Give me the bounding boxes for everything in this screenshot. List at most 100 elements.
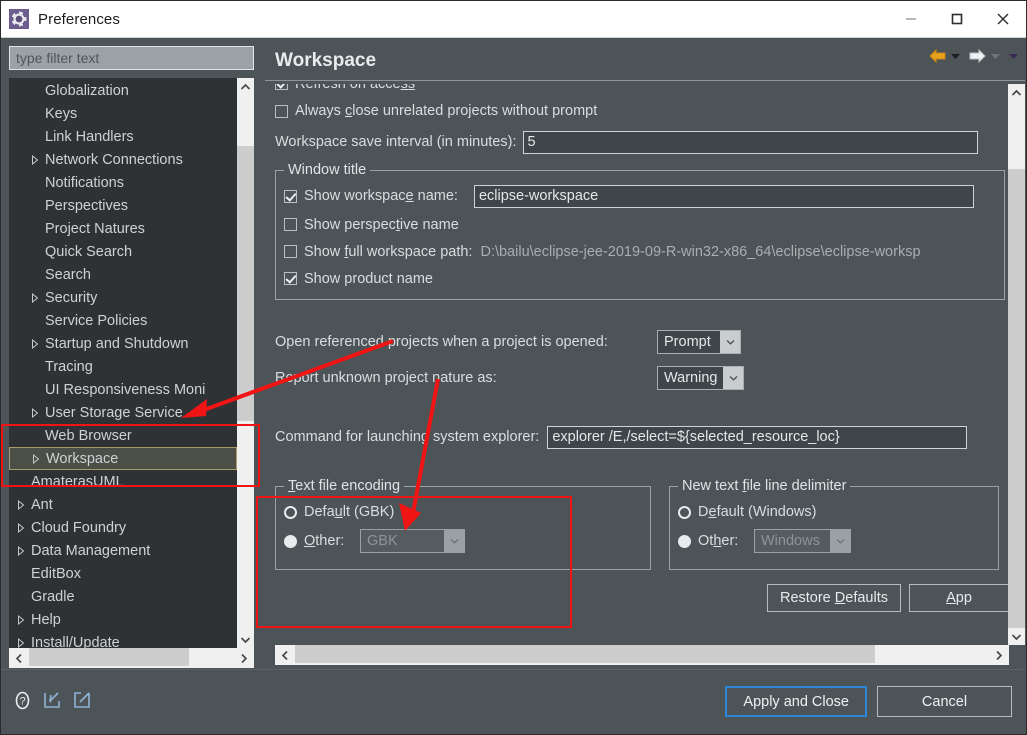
tree-item-data-management[interactable]: Data Management bbox=[9, 539, 237, 562]
scroll-left-icon[interactable] bbox=[275, 645, 295, 665]
always-close-unrelated-checkbox[interactable] bbox=[275, 104, 288, 118]
tree-item-perspectives[interactable]: Perspectives bbox=[9, 194, 237, 217]
expand-triangle-icon[interactable] bbox=[28, 453, 44, 464]
chevron-down-icon[interactable] bbox=[723, 367, 744, 389]
show-full-workspace-path-row[interactable]: Show full workspace path: D:\bailu\eclip… bbox=[284, 238, 996, 265]
apply-and-close-button[interactable]: Apply and Close bbox=[725, 686, 867, 717]
chevron-down-icon[interactable] bbox=[830, 530, 850, 552]
tree-item-tracing[interactable]: Tracing bbox=[9, 355, 237, 378]
search-input[interactable] bbox=[9, 46, 254, 70]
page-vertical-scrollbar[interactable] bbox=[1008, 84, 1025, 645]
import-icon[interactable] bbox=[42, 690, 62, 715]
expand-triangle-icon[interactable] bbox=[13, 522, 29, 533]
delimiter-other-select[interactable]: Windows bbox=[754, 529, 851, 553]
tree-item-help[interactable]: Help bbox=[9, 608, 237, 631]
tree-item-startup-and-shutdown[interactable]: Startup and Shutdown bbox=[9, 332, 237, 355]
scroll-up-icon[interactable] bbox=[1008, 84, 1025, 101]
tree-item-web-browser[interactable]: Web Browser bbox=[9, 424, 237, 447]
scroll-down-icon[interactable] bbox=[1008, 628, 1025, 645]
hsb-track[interactable] bbox=[29, 648, 234, 668]
show-workspace-name-checkbox[interactable] bbox=[284, 189, 297, 203]
chevron-down-icon[interactable] bbox=[444, 530, 464, 552]
preferences-tree[interactable]: Globalization Keys Link Handlers Network Co… bbox=[9, 78, 254, 648]
maximize-icon[interactable] bbox=[934, 1, 980, 37]
expand-triangle-icon[interactable] bbox=[27, 338, 43, 349]
back-menu-chevron-down-icon[interactable] bbox=[950, 52, 961, 60]
show-product-name-checkbox[interactable] bbox=[284, 272, 297, 285]
tree-item-quick-search[interactable]: Quick Search bbox=[9, 240, 237, 263]
export-icon[interactable] bbox=[72, 690, 92, 715]
tree-item-cloud-foundry[interactable]: Cloud Foundry bbox=[9, 516, 237, 539]
tree-item-user-storage-service[interactable]: User Storage Service bbox=[9, 401, 237, 424]
expand-triangle-icon[interactable] bbox=[13, 614, 29, 625]
tree-item-globalization[interactable]: Globalization bbox=[9, 79, 237, 102]
tree-item-gradle[interactable]: Gradle bbox=[9, 585, 237, 608]
tree-item-link-handlers[interactable]: Link Handlers bbox=[9, 125, 237, 148]
forward-menu-chevron-down-icon[interactable] bbox=[990, 52, 1001, 60]
scroll-left-icon[interactable] bbox=[9, 648, 29, 668]
system-explorer-input[interactable] bbox=[547, 425, 968, 449]
tree-item-search[interactable]: Search bbox=[9, 263, 237, 286]
encoding-other-radio[interactable] bbox=[284, 534, 297, 548]
encoding-default-row[interactable]: Default (GBK) bbox=[284, 497, 642, 527]
tree-vertical-scrollbar[interactable] bbox=[237, 78, 254, 648]
scroll-down-icon[interactable] bbox=[237, 631, 254, 648]
tree-item-security[interactable]: Security bbox=[9, 286, 237, 309]
restore-defaults-button[interactable]: Restore Defaults bbox=[766, 584, 901, 612]
show-perspective-name-checkbox[interactable] bbox=[284, 218, 297, 231]
delimiter-default-radio[interactable] bbox=[678, 505, 691, 519]
show-workspace-name-row[interactable]: Show workspace name: bbox=[284, 181, 996, 211]
tree-item-service-policies[interactable]: Service Policies bbox=[9, 309, 237, 332]
refresh-on-access-checkbox[interactable] bbox=[275, 84, 288, 90]
tree-horizontal-scrollbar[interactable] bbox=[9, 648, 254, 668]
cancel-button[interactable]: Cancel bbox=[877, 686, 1012, 717]
expand-triangle-icon[interactable] bbox=[27, 154, 43, 165]
tree-item-ant[interactable]: Ant bbox=[9, 493, 237, 516]
encoding-other-select[interactable]: GBK bbox=[360, 529, 465, 553]
back-arrow-icon[interactable] bbox=[928, 48, 947, 64]
page-horizontal-scrollbar[interactable] bbox=[275, 645, 1009, 665]
chevron-down-icon[interactable] bbox=[720, 331, 740, 353]
refresh-on-access-row[interactable]: Refresh on access bbox=[275, 84, 1009, 96]
minimize-icon[interactable] bbox=[888, 1, 934, 37]
forward-arrow-icon[interactable] bbox=[968, 48, 987, 64]
delimiter-other-radio[interactable] bbox=[678, 534, 691, 548]
show-full-workspace-path-checkbox[interactable] bbox=[284, 245, 297, 258]
expand-triangle-icon[interactable] bbox=[13, 637, 29, 648]
scroll-right-icon[interactable] bbox=[989, 645, 1009, 665]
expand-triangle-icon[interactable] bbox=[13, 545, 29, 556]
save-interval-input[interactable] bbox=[522, 130, 978, 154]
encoding-other-row[interactable]: Other: GBK bbox=[284, 527, 642, 555]
expand-triangle-icon[interactable] bbox=[27, 292, 43, 303]
show-perspective-name-row[interactable]: Show perspective name bbox=[284, 211, 996, 238]
delimiter-other-row[interactable]: Other: Windows bbox=[678, 527, 990, 555]
tree-item-install-update[interactable]: Install/Update bbox=[9, 631, 237, 648]
tree-scrollbar-thumb[interactable] bbox=[237, 146, 254, 421]
page-hscrollbar-thumb[interactable] bbox=[295, 645, 875, 663]
tree-item-workspace[interactable]: Workspace bbox=[9, 447, 237, 470]
view-menu-chevron-down-icon[interactable] bbox=[1008, 52, 1019, 60]
tree-item-notifications[interactable]: Notifications bbox=[9, 171, 237, 194]
page-hsb-track[interactable] bbox=[295, 645, 989, 665]
tree-item-keys[interactable]: Keys bbox=[9, 102, 237, 125]
report-unknown-nature-select[interactable]: Warning bbox=[657, 366, 745, 390]
tree-item-ui-responsiveness-moni[interactable]: UI Responsiveness Moni bbox=[9, 378, 237, 401]
tree-item-network-connections[interactable]: Network Connections bbox=[9, 148, 237, 171]
scroll-up-icon[interactable] bbox=[237, 78, 254, 95]
tree-item-project-natures[interactable]: Project Natures bbox=[9, 217, 237, 240]
help-icon[interactable]: ? bbox=[13, 691, 32, 715]
tree-item-editbox[interactable]: EditBox bbox=[9, 562, 237, 585]
tree-hscrollbar-thumb[interactable] bbox=[29, 648, 189, 666]
apply-button[interactable]: App bbox=[909, 584, 1009, 612]
encoding-default-radio[interactable] bbox=[284, 505, 297, 519]
workspace-name-input[interactable] bbox=[473, 184, 974, 208]
show-product-name-row[interactable]: Show product name bbox=[284, 265, 996, 292]
open-referenced-projects-select[interactable]: Prompt bbox=[657, 330, 741, 354]
tree-item-amaterasuml[interactable]: AmaterasUML bbox=[9, 470, 237, 493]
page-scrollbar-thumb[interactable] bbox=[1008, 169, 1025, 629]
delimiter-default-row[interactable]: Default (Windows) bbox=[678, 497, 990, 527]
expand-triangle-icon[interactable] bbox=[13, 499, 29, 510]
scroll-right-icon[interactable] bbox=[234, 648, 254, 668]
always-close-unrelated-row[interactable]: Always close unrelated projects without … bbox=[275, 96, 1009, 126]
close-icon[interactable] bbox=[980, 1, 1026, 37]
